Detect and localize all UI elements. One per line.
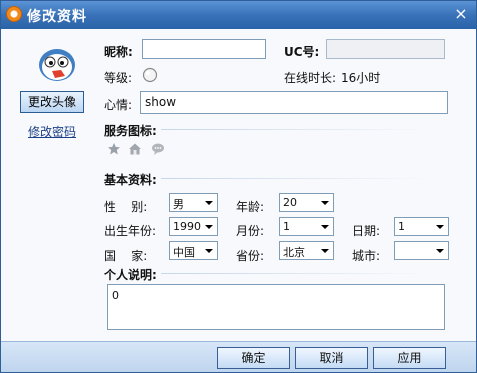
title-bar[interactable]: 修改资料 × xyxy=(1,1,476,29)
home-service-icon[interactable] xyxy=(128,142,142,156)
change-password-link[interactable]: 修改密码 xyxy=(28,123,76,140)
city-select[interactable] xyxy=(394,241,449,260)
birth-year-value: 1990 xyxy=(173,220,201,233)
basic-info-label: 基本资料: xyxy=(104,173,157,187)
day-select[interactable]: 1 xyxy=(394,217,449,236)
personal-description-label: 个人说明: xyxy=(104,268,157,282)
apply-button[interactable]: 应用 xyxy=(373,347,446,369)
star-level-icon xyxy=(142,67,158,83)
birth-year-label: 出生年份: xyxy=(104,224,157,238)
level-label: 等级: xyxy=(104,71,133,85)
city-label: 城市: xyxy=(352,249,381,263)
avatar-panel: 更改头像 修改密码 xyxy=(1,29,101,341)
uc-number-field xyxy=(326,39,445,59)
dropdown-arrow-icon[interactable] xyxy=(317,242,333,259)
chat-service-icon[interactable] xyxy=(151,142,165,156)
uc-number-label: UC号: xyxy=(284,45,320,59)
province-value: 北京 xyxy=(283,246,305,259)
dropdown-arrow-icon[interactable] xyxy=(432,218,448,235)
section-divider xyxy=(161,129,446,130)
button-bar: 确定 取消 应用 xyxy=(1,341,476,372)
mood-label: 心情: xyxy=(104,98,133,112)
gender-select[interactable]: 男 xyxy=(169,193,218,212)
month-select[interactable]: 1 xyxy=(279,217,334,236)
window-title: 修改资料 xyxy=(27,9,87,25)
country-value: 中国 xyxy=(173,246,195,259)
dropdown-arrow-icon[interactable] xyxy=(432,242,448,259)
dropdown-arrow-icon[interactable] xyxy=(317,194,333,211)
section-divider xyxy=(161,178,446,179)
change-avatar-button[interactable]: 更改头像 xyxy=(20,91,84,113)
country-select[interactable]: 中国 xyxy=(169,241,218,260)
online-time-value: 16小时 xyxy=(341,71,381,85)
nickname-label: 昵称: xyxy=(104,45,133,59)
edit-profile-window: 修改资料 × 更改头像 修改密码 昵称: UC号: 等级: 在线时长: 16小时… xyxy=(0,0,477,373)
dropdown-arrow-icon[interactable] xyxy=(201,218,217,235)
birth-year-select[interactable]: 1990 xyxy=(169,217,218,236)
dropdown-arrow-icon[interactable] xyxy=(201,194,217,211)
mood-field[interactable]: show xyxy=(140,91,448,114)
country-label: 国 家: xyxy=(104,249,148,263)
close-button[interactable]: × xyxy=(452,5,470,23)
day-label: 日期: xyxy=(352,224,381,238)
age-select[interactable]: 20 xyxy=(279,193,334,212)
online-time-label: 在线时长: xyxy=(284,71,337,85)
app-logo-icon xyxy=(6,6,22,22)
dropdown-arrow-icon[interactable] xyxy=(317,218,333,235)
age-value: 20 xyxy=(283,196,297,209)
star-service-icon[interactable] xyxy=(107,142,121,156)
section-divider xyxy=(161,273,446,274)
service-icons-label: 服务图标: xyxy=(104,124,157,138)
month-value: 1 xyxy=(283,220,290,233)
day-value: 1 xyxy=(398,220,405,233)
dropdown-arrow-icon[interactable] xyxy=(201,242,217,259)
month-label: 月份: xyxy=(236,224,265,238)
personal-description-field[interactable]: 0 xyxy=(107,284,445,330)
cancel-button[interactable]: 取消 xyxy=(295,347,368,369)
age-label: 年龄: xyxy=(236,200,265,214)
gender-label: 性 别: xyxy=(104,200,148,214)
avatar-penguin xyxy=(39,49,75,81)
province-label: 省份: xyxy=(236,249,265,263)
province-select[interactable]: 北京 xyxy=(279,241,334,260)
ok-button[interactable]: 确定 xyxy=(217,347,290,369)
nickname-field[interactable] xyxy=(142,39,266,59)
gender-value: 男 xyxy=(173,198,184,211)
